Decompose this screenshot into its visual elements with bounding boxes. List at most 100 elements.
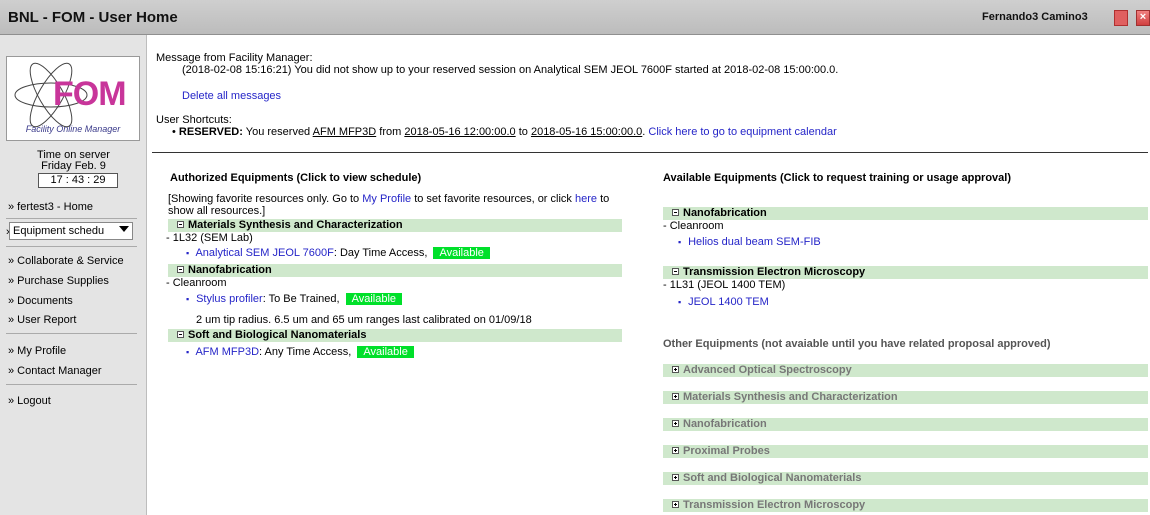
calendar-link[interactable]: Click here to go to equipment calendar xyxy=(648,126,836,138)
location-label: - Cleanroom xyxy=(663,220,724,232)
other-category[interactable]: Materials Synthesis and Characterization xyxy=(663,391,1148,404)
sidebar-link-my-profile[interactable]: » My Profile xyxy=(8,345,66,357)
sidebar-link-logout[interactable]: » Logout xyxy=(8,395,51,407)
equipment-note: 2 um tip radius. 6.5 um and 65 um ranges… xyxy=(196,314,532,326)
logo-tagline: Facility Online Manager xyxy=(25,124,121,134)
reservation-end[interactable]: 2018-05-16 15:00:00.0 xyxy=(531,126,642,138)
reservation-text: You reserved xyxy=(242,126,313,138)
title-bar: BNL - FOM - User Home Fernando3 Camino3 … xyxy=(0,0,1150,35)
category-label: Nanofabrication xyxy=(188,264,272,276)
expand-icon[interactable] xyxy=(672,501,679,508)
expand-icon[interactable] xyxy=(672,420,679,427)
shortcuts-header: User Shortcuts: xyxy=(156,114,232,126)
equipment-link-sem[interactable]: Analytical SEM JEOL 7600F xyxy=(195,247,333,259)
show-all-link[interactable]: here xyxy=(575,193,597,205)
close-icon[interactable]: × xyxy=(1136,10,1150,26)
equipment-select-value: Equipment schedu xyxy=(13,225,105,237)
other-category[interactable]: Advanced Optical Spectroscopy xyxy=(663,364,1148,377)
location-label: - 1L31 (JEOL 1400 TEM) xyxy=(663,279,786,291)
collapse-icon[interactable] xyxy=(672,209,679,216)
equipment-row: ▪ AFM MFP3D: Any Time Access, Available xyxy=(186,346,414,358)
category-materials[interactable]: Materials Synthesis and Characterization xyxy=(168,219,622,232)
sidebar-divider xyxy=(6,333,137,334)
user-name: Fernando3 Camino3 xyxy=(982,11,1088,23)
reservation-start[interactable]: 2018-05-16 12:00:00.0 xyxy=(404,126,515,138)
sidebar-divider xyxy=(6,218,137,219)
reserved-label: RESERVED: xyxy=(178,126,243,138)
equipment-row: ▪ Helios dual beam SEM-FIB xyxy=(678,236,821,248)
other-category[interactable]: Nanofabrication xyxy=(663,418,1148,431)
reservation-shortcut: • RESERVED: You reserved AFM MFP3D from … xyxy=(172,126,837,138)
other-category[interactable]: Soft and Biological Nanomaterials xyxy=(663,472,1148,485)
category-label: Transmission Electron Microscopy xyxy=(683,499,866,511)
bullet: ▪ xyxy=(186,347,190,357)
server-clock: 17 : 43 : 29 xyxy=(38,173,118,188)
bullet: ▪ xyxy=(186,248,190,258)
sidebar-link-collaborate[interactable]: » Collaborate & Service xyxy=(8,255,124,267)
collapse-icon[interactable] xyxy=(177,266,184,273)
category-label: Advanced Optical Spectroscopy xyxy=(683,364,852,376)
chevron-down-icon xyxy=(119,226,129,232)
expand-icon[interactable] xyxy=(672,393,679,400)
bullet: ▪ xyxy=(678,237,682,247)
category-label: Transmission Electron Microscopy xyxy=(683,266,866,278)
status-badge: Available xyxy=(345,293,403,305)
reservation-text: to xyxy=(515,126,531,138)
logo-text: FOM xyxy=(53,75,127,113)
collapse-icon[interactable] xyxy=(672,268,679,275)
location-label: - Cleanroom xyxy=(166,277,227,289)
bullet: ▪ xyxy=(678,297,682,307)
sidebar-link-contact-manager[interactable]: » Contact Manager xyxy=(8,365,102,377)
my-profile-link[interactable]: My Profile xyxy=(362,193,411,205)
equipment-link-jeol-tem[interactable]: JEOL 1400 TEM xyxy=(688,296,769,308)
available-category-tem[interactable]: Transmission Electron Microscopy xyxy=(663,266,1148,279)
category-label: Soft and Biological Nanomaterials xyxy=(683,472,862,484)
category-soft-bio[interactable]: Soft and Biological Nanomaterials xyxy=(168,329,622,342)
favorite-note-text: [Showing favorite resources only. Go to xyxy=(168,193,363,205)
status-badge: Available xyxy=(433,247,490,259)
category-label: Materials Synthesis and Characterization xyxy=(683,391,898,403)
sidebar-link-documents[interactable]: » Documents xyxy=(8,295,73,307)
bullet: ▪ xyxy=(186,294,190,304)
sidebar-link-user-report[interactable]: » User Report xyxy=(8,314,76,326)
access-label: : Any Time Access, xyxy=(259,346,355,358)
favorite-note: [Showing favorite resources only. Go to … xyxy=(168,193,609,205)
bullet: • xyxy=(172,126,176,138)
equipment-row: ▪ Analytical SEM JEOL 7600F: Day Time Ac… xyxy=(186,247,490,259)
reserved-equipment-link[interactable]: AFM MFP3D xyxy=(313,126,377,138)
category-label: Nanofabrication xyxy=(683,418,767,430)
sidebar-link-purchase[interactable]: » Purchase Supplies xyxy=(8,275,109,287)
other-category[interactable]: Transmission Electron Microscopy xyxy=(663,499,1148,512)
equipment-select[interactable]: Equipment schedu xyxy=(9,222,133,240)
sidebar: FOM Facility Online Manager Time on serv… xyxy=(0,35,147,515)
authorized-header: Authorized Equipments (Click to view sch… xyxy=(170,172,422,184)
category-nanofabrication[interactable]: Nanofabrication xyxy=(168,264,622,277)
collapse-icon[interactable] xyxy=(177,331,184,338)
equipment-link-stylus[interactable]: Stylus profiler xyxy=(196,293,263,305)
other-category[interactable]: Proximal Probes xyxy=(663,445,1148,458)
message-header: Message from Facility Manager: xyxy=(156,52,313,64)
available-header: Available Equipments (Click to request t… xyxy=(663,172,1011,184)
equipment-link-afm[interactable]: AFM MFP3D xyxy=(195,346,259,358)
fom-logo[interactable]: FOM Facility Online Manager xyxy=(6,56,140,141)
category-label: Proximal Probes xyxy=(683,445,770,457)
server-date: Friday Feb. 9 xyxy=(41,160,106,172)
delete-messages-link[interactable]: Delete all messages xyxy=(182,90,281,102)
favorite-note-text: to xyxy=(597,193,610,205)
equipment-link-helios[interactable]: Helios dual beam SEM-FIB xyxy=(688,236,821,248)
expand-icon[interactable] xyxy=(672,366,679,373)
access-label: : To Be Trained, xyxy=(262,293,343,305)
access-label: : Day Time Access, xyxy=(333,247,431,259)
location-label: - 1L32 (SEM Lab) xyxy=(166,232,253,244)
window-title: BNL - FOM - User Home xyxy=(8,9,178,26)
collapse-icon[interactable] xyxy=(177,221,184,228)
equipment-row: ▪ JEOL 1400 TEM xyxy=(678,296,769,308)
equipment-row: ▪ Stylus profiler: To Be Trained, Availa… xyxy=(186,293,403,305)
available-category-nanofab[interactable]: Nanofabrication xyxy=(663,207,1148,220)
sidebar-link-home[interactable]: » fertest3 - Home xyxy=(8,201,93,213)
sidebar-divider xyxy=(6,384,137,385)
expand-icon[interactable] xyxy=(672,474,679,481)
expand-icon[interactable] xyxy=(672,447,679,454)
message-body: (2018-02-08 15:16:21) You did not show u… xyxy=(182,64,839,76)
bookmark-icon[interactable] xyxy=(1114,10,1128,26)
